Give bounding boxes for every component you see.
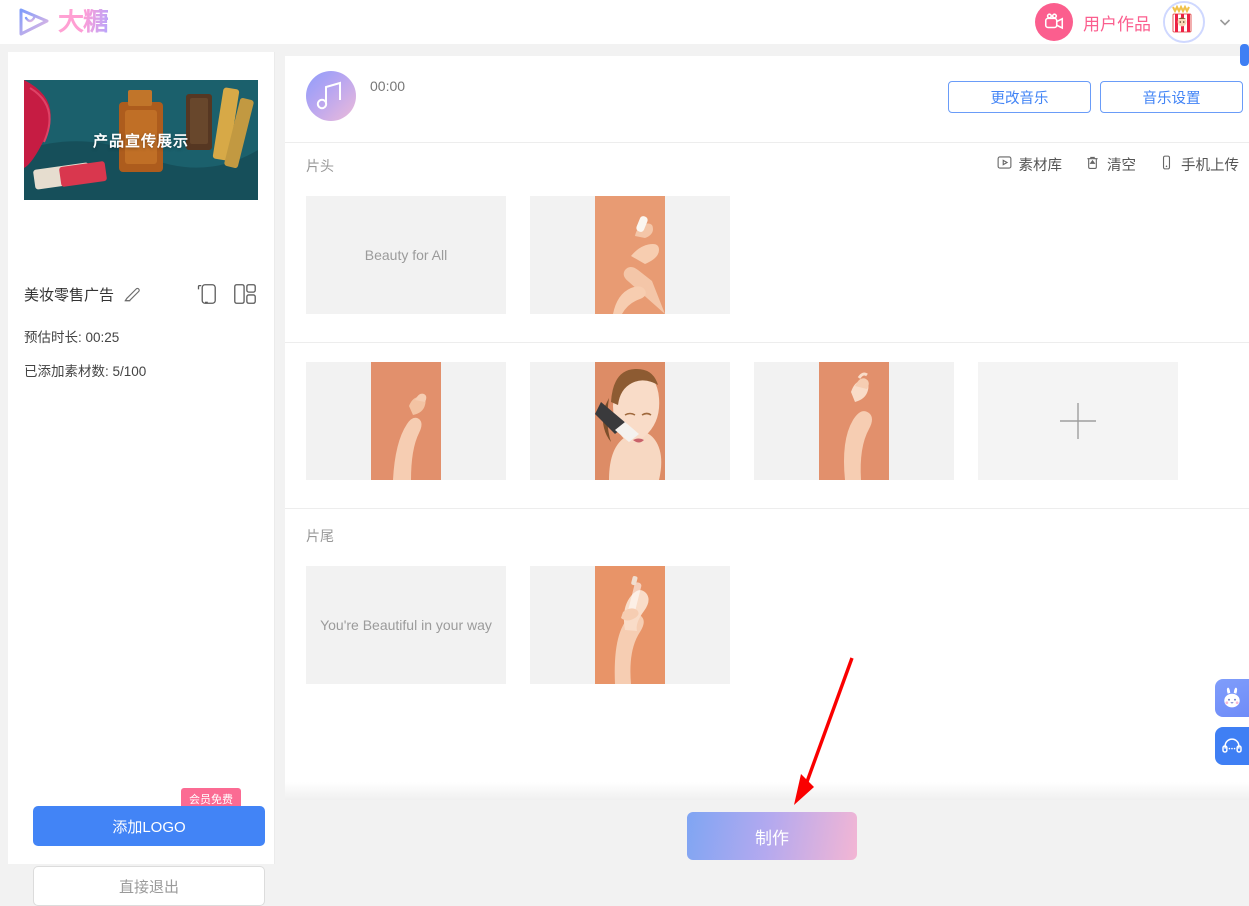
project-name: 美妆零售广告 (24, 286, 115, 304)
layout-grid-icon[interactable] (232, 281, 258, 307)
middle-thumbnails (306, 362, 1178, 480)
phone-upload-button[interactable]: 手机上传 (1158, 154, 1239, 175)
play-triangle-icon (18, 7, 52, 37)
panel-bottom-fade (285, 782, 1249, 800)
add-logo-button[interactable]: 添加LOGO (33, 806, 265, 846)
pencil-icon[interactable] (122, 284, 142, 304)
top-bar: 大糖 用户作品 (0, 0, 1249, 44)
section-divider (285, 342, 1249, 343)
change-music-button[interactable]: 更改音乐 (948, 81, 1091, 113)
thumbnail-image[interactable] (306, 362, 506, 480)
thumbnail-photo (595, 196, 665, 314)
clear-button[interactable]: 清空 (1084, 154, 1136, 175)
material-count: 已添加素材数: 5/100 (24, 364, 147, 379)
thumbnail-text-card[interactable]: You're Beautiful in your way (306, 566, 506, 684)
project-header-row: 美妆零售广告 (24, 280, 258, 308)
clear-label: 清空 (1107, 158, 1136, 174)
user-works-button[interactable]: 用户作品 (1035, 3, 1151, 41)
thumbnail-image[interactable] (530, 566, 730, 684)
music-row: 00:00 更改音乐 音乐设置 (285, 56, 1249, 143)
thumbnail-image[interactable] (530, 196, 730, 314)
section-divider (285, 508, 1249, 509)
phone-upload-label: 手机上传 (1181, 158, 1239, 174)
ending-thumbnails: You're Beautiful in your way (306, 566, 730, 684)
media-library-label: 素材库 (1018, 158, 1063, 174)
app-logo-text: 大糖 (58, 7, 109, 37)
ending-section-label: 片尾 (306, 528, 334, 544)
thumbnail-text: Beauty for All (364, 247, 448, 263)
exit-button[interactable]: 直接退出 (33, 866, 265, 906)
media-library-button[interactable]: 素材库 (996, 154, 1063, 175)
thumbnail-photo (819, 362, 889, 480)
make-button[interactable]: 制作 (687, 812, 857, 860)
trash-icon (1084, 154, 1101, 175)
top-bar-right: 用户作品 (1035, 1, 1233, 43)
main-content-panel: 00:00 更改音乐 音乐设置 片头 素材库 清空 手机上传 Beauty fo… (285, 56, 1249, 800)
music-note-icon[interactable] (306, 71, 356, 121)
chevron-down-icon[interactable] (1217, 14, 1233, 30)
project-cover-image[interactable]: 产品宣传展示 (24, 80, 258, 200)
plus-icon (1054, 397, 1102, 445)
thumbnail-image[interactable] (530, 362, 730, 480)
cover-title: 产品宣传展示 (92, 133, 189, 150)
thumbnail-photo (371, 362, 441, 480)
left-sidebar: 产品宣传展示 美妆零售广告 预估时长: 00:25 已添加素材数: 5/100 … (8, 52, 275, 906)
phone-portrait-icon[interactable] (192, 281, 218, 307)
scrollbar-thumb[interactable] (1240, 44, 1249, 66)
thumbnail-text-card[interactable]: Beauty for All (306, 196, 506, 314)
media-library-icon (996, 154, 1013, 175)
phone-upload-icon (1158, 154, 1175, 175)
material-toolbar: 素材库 清空 手机上传 (996, 154, 1239, 175)
app-logo[interactable]: 大糖 (18, 7, 109, 37)
video-camera-icon (1035, 3, 1073, 41)
add-material-button[interactable] (978, 362, 1178, 480)
thumbnail-photo (595, 566, 665, 684)
scrollbar-track[interactable] (1240, 44, 1249, 872)
estimated-duration: 预估时长: 00:25 (24, 330, 120, 345)
user-works-label: 用户作品 (1083, 14, 1151, 34)
thumbnail-image[interactable] (754, 362, 954, 480)
thumbnail-photo (595, 362, 665, 480)
aspect-ratio-controls (192, 281, 258, 307)
opening-thumbnails: Beauty for All (306, 196, 730, 314)
opening-section-label: 片头 (306, 158, 334, 174)
music-time: 00:00 (370, 78, 406, 94)
music-settings-button[interactable]: 音乐设置 (1100, 81, 1243, 113)
avatar[interactable] (1163, 1, 1205, 43)
thumbnail-text: You're Beautiful in your way (320, 617, 492, 633)
